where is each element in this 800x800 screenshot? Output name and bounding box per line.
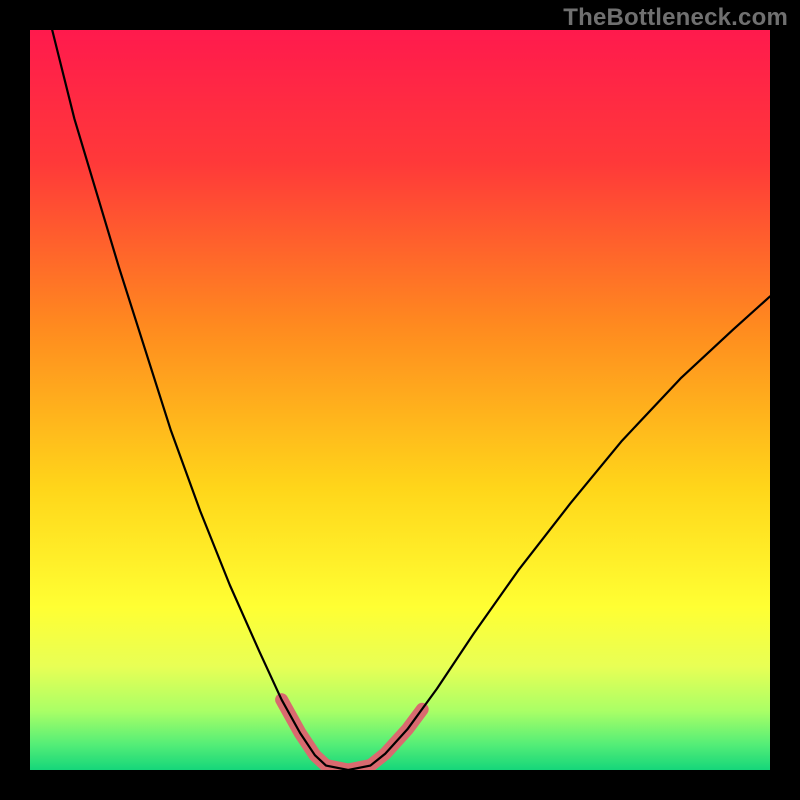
plot-area [30,30,770,770]
chart-frame: TheBottleneck.com [0,0,800,800]
bottleneck-curve [52,30,770,770]
curve-layer [30,30,770,770]
watermark-text: TheBottleneck.com [563,4,788,32]
